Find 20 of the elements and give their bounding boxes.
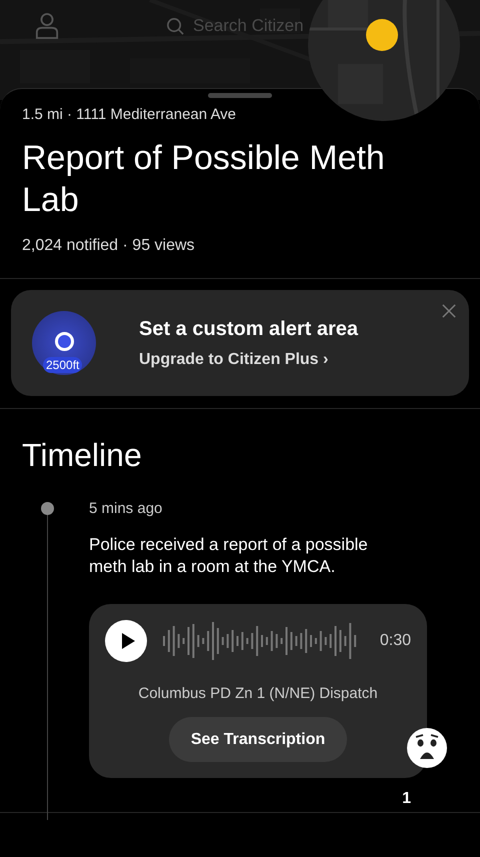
upgrade-link[interactable]: Upgrade to Citizen Plus › — [139, 350, 358, 368]
incident-title: Report of Possible Meth Lab — [22, 138, 386, 221]
timeline-dot — [41, 502, 54, 515]
audio-source: Columbus PD Zn 1 (N/NE) Dispatch — [138, 685, 378, 702]
radius-label: 2500ft — [43, 357, 82, 373]
audio-duration: 0:30 — [380, 632, 411, 650]
entry-text: Police received a report of a possible meth lab in a room at the YMCA. — [89, 534, 369, 578]
promo-title: Set a custom alert area — [139, 318, 358, 340]
incident-stats: 2,024 notified · 95 views — [22, 237, 196, 255]
reaction-count: 1 — [401, 790, 412, 808]
entry-time: 5 mins ago — [89, 500, 164, 517]
waveform-icon — [163, 621, 359, 661]
timeline-heading: Timeline — [22, 437, 143, 474]
promo-card[interactable]: 2500ft Set a custom alert area Upgrade to Citizen Plus › — [11, 290, 469, 396]
transcription-button[interactable]: See Transcription — [169, 717, 347, 762]
play-icon — [121, 633, 135, 649]
incident-location: 1.5 mi · 1111 Mediterranean Ave — [22, 106, 238, 123]
shocked-face-icon[interactable] — [407, 728, 447, 768]
play-button[interactable] — [105, 620, 147, 662]
close-icon[interactable] — [442, 304, 456, 318]
